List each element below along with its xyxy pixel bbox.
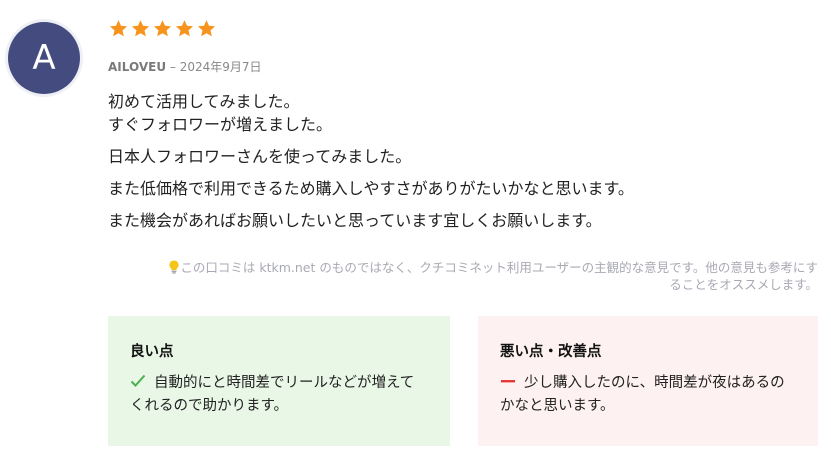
cons-title: 悪い点・改善点 — [500, 344, 602, 360]
disclaimer-line: ることをオススメします。 — [669, 277, 818, 292]
star-icon — [175, 20, 194, 37]
meta-separator: – — [166, 60, 180, 74]
review-body: 初めて活用してみました。 すぐフォロワーが増えました。 日本人フォロワーさんを使… — [108, 90, 808, 241]
review-paragraph: 初めて活用してみました。 すぐフォロワーが増えました。 — [108, 90, 808, 136]
review-paragraph: また機会があればお願いしたいと思っています宜しくお願いします。 — [108, 211, 602, 230]
review-paragraph: 日本人フォロワーさんを使ってみました。 — [108, 147, 412, 166]
star-icon — [131, 20, 150, 37]
avatar-ring: A — [5, 19, 83, 97]
cons-item: 少し購入したのに、時間差が夜はあるのかなと思います。 — [500, 372, 796, 418]
cons-box: 悪い点・改善点 少し購入したのに、時間差が夜はあるのかなと思います。 — [478, 316, 818, 446]
star-rating — [108, 18, 217, 39]
review-line: すぐフォロワーが増えました。 — [108, 115, 333, 134]
check-icon — [130, 374, 146, 387]
disclaimer-line: この口コミは ktkm.net のものではなく、クチコミネット利用ユーザーの主観… — [118, 259, 818, 276]
pros-text: 自動的にと時間差でリールなどが増えてくれるので助かります。 — [130, 375, 415, 414]
review-paragraph: また低価格で利用できるため購入しやすさがありがたいかなと思います。 — [108, 179, 634, 198]
review-line: 初めて活用してみました。 — [108, 92, 300, 111]
avatar: A — [8, 22, 80, 94]
review-meta: AILOVEU – 2024年9月7日 — [108, 58, 262, 75]
star-icon — [109, 20, 128, 37]
review-date: 2024年9月7日 — [179, 60, 262, 74]
author-name: AILOVEU — [108, 60, 167, 74]
cons-text: 少し購入したのに、時間差が夜はあるのかなと思います。 — [500, 375, 785, 414]
star-icon — [197, 20, 216, 37]
pros-box: 良い点 自動的にと時間差でリールなどが増えてくれるので助かります。 — [108, 316, 450, 446]
minus-icon — [501, 380, 515, 383]
star-icon — [153, 20, 172, 37]
review-disclaimer: この口コミは ktkm.net のものではなく、クチコミネット利用ユーザーの主観… — [118, 259, 818, 293]
pros-title: 良い点 — [130, 344, 174, 360]
disclaimer-text: この口コミは ktkm.net のものではなく、クチコミネット利用ユーザーの主観… — [180, 260, 818, 275]
lightbulb-icon — [169, 260, 179, 274]
pros-item: 自動的にと時間差でリールなどが増えてくれるので助かります。 — [130, 372, 428, 418]
